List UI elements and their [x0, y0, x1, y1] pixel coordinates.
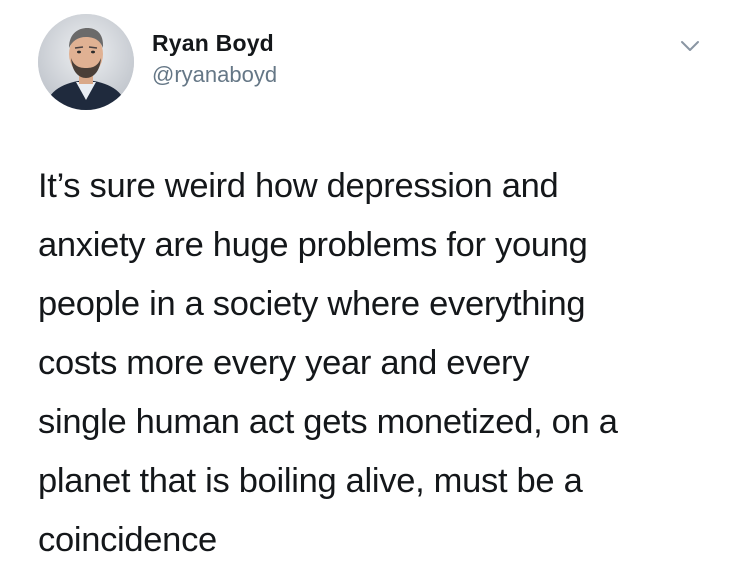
tweet-line: planet that is boiling alive, must be a: [38, 462, 583, 500]
tweet-text: It’s sure weird how depression and anxie…: [38, 157, 718, 570]
tweet-line: coincidence: [38, 521, 217, 559]
tweet-line: costs more every year and every: [38, 344, 530, 382]
tweet-line: people in a society where everything: [38, 285, 586, 323]
tweet-line: It’s sure weird how depression and: [38, 167, 559, 205]
profile-photo: [38, 14, 134, 110]
avatar[interactable]: [38, 14, 134, 110]
chevron-down-icon[interactable]: [678, 36, 702, 56]
tweet-line: anxiety are huge problems for young: [38, 226, 588, 264]
tweet-card: Ryan Boyd @ryanaboyd It’s sure weird how…: [0, 0, 750, 572]
author-handle[interactable]: @ryanaboyd: [152, 62, 277, 88]
tweet-line: single human act gets monetized, on a: [38, 403, 618, 441]
author-display-name[interactable]: Ryan Boyd: [152, 30, 274, 57]
